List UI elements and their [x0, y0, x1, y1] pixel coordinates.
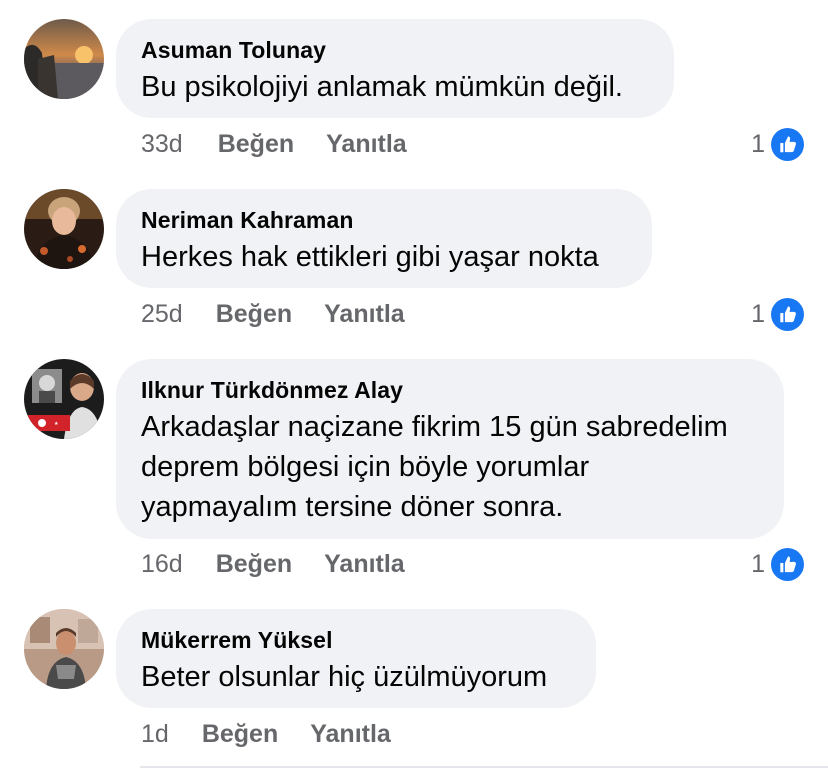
comment-bubble: Ilknur Türkdönmez Alay Arkadaşlar naçiza… [116, 359, 784, 539]
comment-text: Bu psikolojiyi anlamak mümkün değil. [141, 67, 648, 107]
reply-button[interactable]: Yanıtla [326, 130, 407, 159]
comment-text: Arkadaşlar naçizane fikrim 15 gün sabred… [141, 407, 758, 527]
avatar[interactable]: ★ [24, 359, 104, 439]
comment-text: Herkes hak ettikleri gibi yaşar nokta [141, 237, 626, 277]
comment-author[interactable]: Mükerrem Yüksel [141, 625, 570, 655]
like-icon [771, 127, 804, 161]
reply-button[interactable]: Yanıtla [324, 550, 405, 579]
like-button[interactable]: Beğen [216, 550, 292, 579]
like-button[interactable]: Beğen [202, 720, 278, 749]
reaction-summary[interactable]: 1 [751, 126, 804, 162]
reaction-summary[interactable]: 1 [751, 546, 804, 582]
flag-photo: ★ [24, 359, 104, 439]
reaction-count: 1 [751, 129, 765, 158]
comment-actions: 25d Beğen Yanıtla [141, 296, 405, 332]
reaction-count: 1 [751, 549, 765, 578]
comment-actions: 1d Beğen Yanıtla [141, 716, 391, 752]
sunset-photo [24, 19, 104, 99]
comment-author[interactable]: Asuman Tolunay [141, 35, 648, 65]
like-button[interactable]: Beğen [218, 130, 294, 159]
reply-button[interactable]: Yanıtla [324, 300, 405, 329]
comment-time[interactable]: 16d [141, 550, 183, 579]
comment-time[interactable]: 1d [141, 720, 169, 749]
comment-bubble: Neriman Kahraman Herkes hak ettikleri gi… [116, 189, 652, 288]
woman-photo [24, 189, 104, 269]
comment-author[interactable]: Ilknur Türkdönmez Alay [141, 375, 758, 405]
comment-text-line: Bu psikolojiyi anlamak mümkün değil. [141, 71, 623, 103]
comment-actions: 16d Beğen Yanıtla [141, 546, 405, 582]
comment-time[interactable]: 25d [141, 300, 183, 329]
reaction-summary[interactable]: 1 [751, 296, 804, 332]
svg-text:★: ★ [54, 421, 59, 427]
comment-bubble: Mükerrem Yüksel Beter olsunlar hiç üzülm… [116, 609, 596, 708]
comment-time[interactable]: 33d [141, 130, 183, 159]
avatar[interactable] [24, 19, 104, 99]
like-icon [771, 297, 804, 331]
divider [140, 766, 828, 768]
reply-button[interactable]: Yanıtla [310, 720, 391, 749]
avatar[interactable] [24, 189, 104, 269]
comment-actions: 33d Beğen Yanıtla [141, 126, 407, 162]
comment-text-line: Herkes hak ettikleri gibi yaşar nokta [141, 241, 599, 273]
avatar[interactable] [24, 609, 104, 689]
comment-bubble: Asuman Tolunay Bu psikolojiyi anlamak mü… [116, 19, 674, 118]
comment-author[interactable]: Neriman Kahraman [141, 205, 626, 235]
like-icon [771, 547, 804, 581]
woman-room-photo [24, 609, 104, 689]
comment-text-line: Arkadaşlar naçizane fikrim 15 gün sabred… [141, 411, 728, 443]
comment-text-line: Beter olsunlar hiç üzülmüyorum [141, 661, 548, 693]
reaction-count: 1 [751, 299, 765, 328]
comment-text-line: deprem bölgesi için böyle yorumlar [141, 451, 590, 483]
like-button[interactable]: Beğen [216, 300, 292, 329]
comment-text: Beter olsunlar hiç üzülmüyorum [141, 657, 570, 697]
comment-text-line: yapmayalım tersine döner sonra. [141, 491, 564, 523]
